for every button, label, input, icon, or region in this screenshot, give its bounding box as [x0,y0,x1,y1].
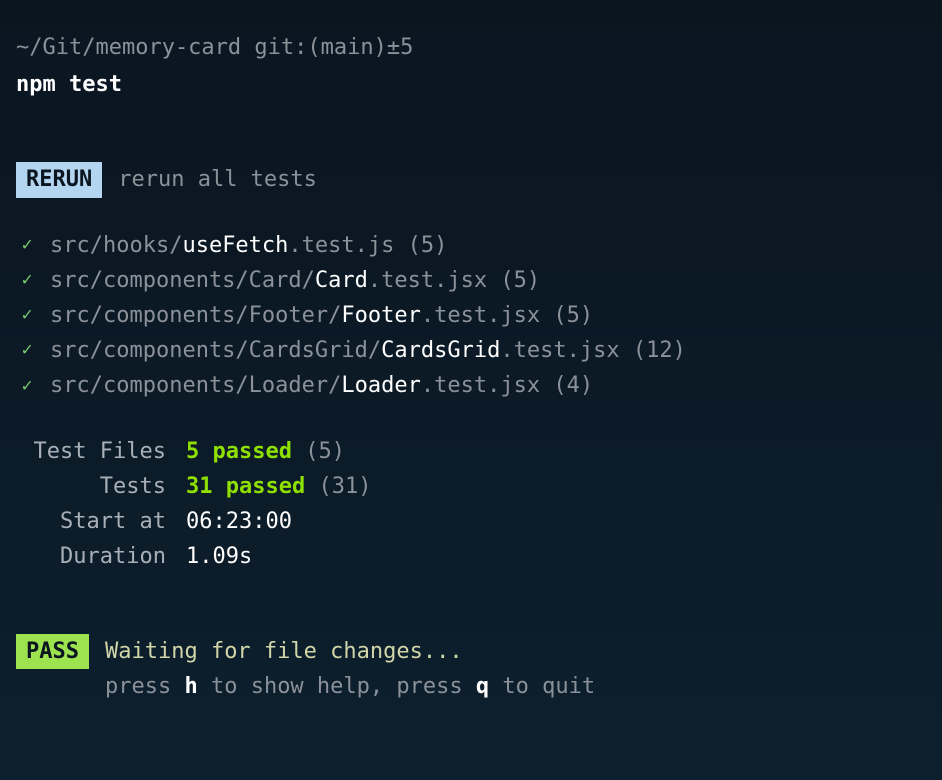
test-row: ✓ src/components/CardsGrid/CardsGrid.tes… [16,333,926,368]
summary-value: 06:23:00 [186,504,292,539]
footer-text: Waiting for file changes... press h to s… [105,634,595,704]
summary-value: 5 passed (5) [186,434,345,469]
test-row: ✓ src/components/Card/Card.test.jsx (5) [16,263,926,298]
test-path: src/hooks/useFetch.test.js (5) [50,228,447,263]
test-path: src/components/Loader/Loader.test.jsx (4… [50,368,593,403]
waiting-message: Waiting for file changes... [105,634,595,669]
help-hint: press h to show help, press q to quit [105,669,595,704]
summary-label: Start at [16,504,186,539]
check-icon: ✓ [16,372,38,401]
command-line: npm test [16,67,926,102]
rerun-description: rerun all tests [118,162,317,197]
test-row: ✓ src/components/Footer/Footer.test.jsx … [16,298,926,333]
git-branch: main [321,35,374,60]
check-icon: ✓ [16,231,38,260]
rerun-status: RERUN rerun all tests [16,162,926,197]
pass-badge: PASS [16,634,89,669]
test-path: src/components/Footer/Footer.test.jsx (5… [50,298,593,333]
rerun-badge: RERUN [16,162,102,197]
summary-label: Test Files [16,434,186,469]
test-summary: Test Files 5 passed (5) Tests 31 passed … [16,434,926,575]
summary-value: 1.09s [186,539,252,574]
help-key-q[interactable]: q [476,674,489,699]
check-icon: ✓ [16,301,38,330]
watch-footer: PASS Waiting for file changes... press h… [16,634,926,704]
summary-label: Tests [16,469,186,504]
git-suffix: )±5 [374,35,414,60]
cwd-path: ~/Git/memory-card [16,35,241,60]
summary-start-at: Start at 06:23:00 [16,504,926,539]
summary-tests: Tests 31 passed (31) [16,469,926,504]
shell-prompt: ~/Git/memory-card git:(main)±5 [16,30,926,65]
summary-test-files: Test Files 5 passed (5) [16,434,926,469]
command-text: npm test [16,72,122,97]
summary-value: 31 passed (31) [186,469,371,504]
test-row: ✓ src/hooks/useFetch.test.js (5) [16,228,926,263]
git-prefix: git:( [254,35,320,60]
test-row: ✓ src/components/Loader/Loader.test.jsx … [16,368,926,403]
check-icon: ✓ [16,266,38,295]
summary-duration: Duration 1.09s [16,539,926,574]
test-path: src/components/Card/Card.test.jsx (5) [50,263,540,298]
help-key-h[interactable]: h [184,674,197,699]
test-path: src/components/CardsGrid/CardsGrid.test.… [50,333,686,368]
check-icon: ✓ [16,336,38,365]
summary-label: Duration [16,539,186,574]
test-file-list: ✓ src/hooks/useFetch.test.js (5) ✓ src/c… [16,228,926,404]
